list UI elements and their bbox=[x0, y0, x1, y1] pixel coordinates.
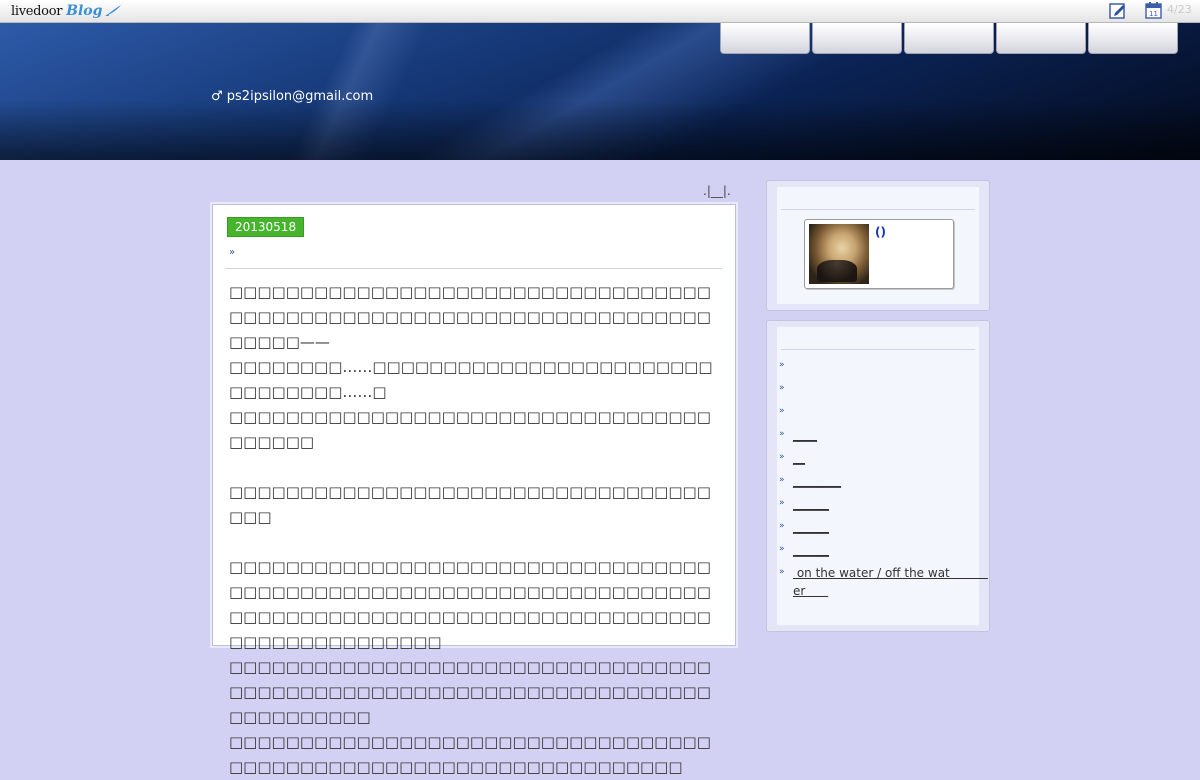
livedoor-blog-logo[interactable]: livedoor Blog bbox=[11, 1, 122, 21]
list-item[interactable]: » ______ bbox=[779, 518, 1009, 541]
avatar[interactable] bbox=[809, 224, 869, 284]
paragraph: □□□□□□□□□□□□□□□□□□□□□□□□□□□□□□□□□□□□□□□□ bbox=[229, 408, 711, 451]
article-body: □□□□□□□□□□□□□□□□□□□□□□□□□□□□□□□□□□□□□□□□… bbox=[229, 280, 721, 780]
list-item[interactable]: » ________ bbox=[779, 472, 1009, 495]
calendar-icon[interactable]: 11 bbox=[1145, 2, 1163, 19]
arrow-icon: » bbox=[779, 452, 785, 462]
list-item[interactable]: » on the water / off the wat er bbox=[779, 564, 1009, 604]
edit-icon[interactable] bbox=[1109, 2, 1127, 19]
list-item[interactable]: » bbox=[779, 403, 1009, 426]
calendar-day: 11 bbox=[1149, 10, 1158, 18]
list-link[interactable]: ______ bbox=[793, 495, 829, 513]
logo-sub: Blog bbox=[66, 3, 103, 19]
box-divider bbox=[781, 349, 975, 350]
arrow-icon: » bbox=[779, 360, 785, 370]
list-link[interactable]: __ bbox=[793, 449, 805, 467]
arrow-icon: » bbox=[779, 406, 785, 416]
paragraph-blank bbox=[229, 455, 721, 480]
date-badge: 20130518 bbox=[227, 217, 305, 237]
title-divider bbox=[225, 268, 722, 269]
arrow-icon: » bbox=[779, 475, 785, 485]
top-bar: livedoor Blog 11 4/23 bbox=[0, 0, 1200, 23]
list-link[interactable]: on the water / off the wat er bbox=[793, 564, 988, 600]
arrow-icon: » bbox=[779, 544, 785, 554]
header-email: ♂ ps2ipsilon@gmail.com bbox=[211, 89, 374, 104]
bird-icon bbox=[105, 5, 122, 16]
count-text: 4/23 bbox=[1167, 3, 1192, 16]
category-list: » » » » ____ » __ » ________ » ______ » _____… bbox=[779, 357, 1009, 604]
profile-box: () bbox=[766, 180, 990, 311]
list-item[interactable]: » ____ bbox=[779, 426, 1009, 449]
nav-button-2[interactable] bbox=[812, 23, 902, 54]
list-item[interactable]: » bbox=[779, 380, 1009, 403]
profile-name[interactable]: () bbox=[875, 225, 886, 239]
list-link[interactable]: ______ bbox=[793, 541, 829, 559]
list-link[interactable]: ____ bbox=[793, 426, 817, 444]
paragraph: □□□□□□□□□□□□□□□□□□□□□□□□□□□□□□□□□□□□□ bbox=[229, 483, 711, 526]
article: 20130518 » □□□□□□□□□□□□□□□□□□□□□□□□□□□□□… bbox=[212, 204, 736, 776]
paragraph-blank bbox=[229, 530, 721, 555]
nav-button-5[interactable] bbox=[1088, 23, 1178, 54]
arrow-icon: » bbox=[779, 383, 785, 393]
arrow-icon: » bbox=[779, 498, 785, 508]
nav-button-4[interactable] bbox=[996, 23, 1086, 54]
blog-header: ♂ ps2ipsilon@gmail.com bbox=[0, 23, 1200, 160]
arrow-icon: » bbox=[779, 521, 785, 531]
list-item[interactable]: » ______ bbox=[779, 541, 1009, 564]
list-item[interactable]: » ______ bbox=[779, 495, 1009, 518]
profile-box-inner: () bbox=[777, 187, 979, 304]
breadcrumb[interactable]: .|__|. bbox=[703, 184, 731, 198]
arrow-icon: » bbox=[779, 567, 785, 577]
box-divider bbox=[781, 209, 975, 210]
list-link[interactable]: ________ bbox=[793, 472, 841, 490]
nav-button-1[interactable] bbox=[720, 23, 810, 54]
paragraph: □□□□□□□□□□□□□□□□□□□□□□□□□□□□□□□□□□□□□□□□… bbox=[229, 658, 711, 726]
paragraph: □□□□□□□□□□□□□□□□□□□□□□□□□□□□□□□□□□□□□□□□… bbox=[229, 733, 711, 776]
paragraph: □□□□□□□□□□□□□□□□□□□□□□□□□□□□□□□□□□□□□□□□… bbox=[229, 558, 711, 651]
profile-card[interactable]: () bbox=[804, 219, 954, 289]
title-marker-icon[interactable]: » bbox=[229, 247, 235, 258]
list-item[interactable]: » bbox=[779, 357, 1009, 380]
arrow-icon: » bbox=[779, 429, 785, 439]
nav-bar bbox=[720, 23, 1180, 54]
paragraph: □□□□□□□□□□□□□□□□□□□□□□□□□□□□□□□□□□□□□□□□… bbox=[229, 283, 711, 351]
logo-text: livedoor bbox=[11, 3, 63, 19]
paragraph: □□□□□□□□……□□□□□□□□□□□□□□□□□□□□□□□□□□□□□□… bbox=[229, 358, 713, 401]
nav-button-3[interactable] bbox=[904, 23, 994, 54]
category-box: » » » » ____ » __ » ________ » ______ » _____… bbox=[766, 320, 990, 632]
list-item[interactable]: » __ bbox=[779, 449, 1009, 472]
list-link[interactable]: ______ bbox=[793, 518, 829, 536]
